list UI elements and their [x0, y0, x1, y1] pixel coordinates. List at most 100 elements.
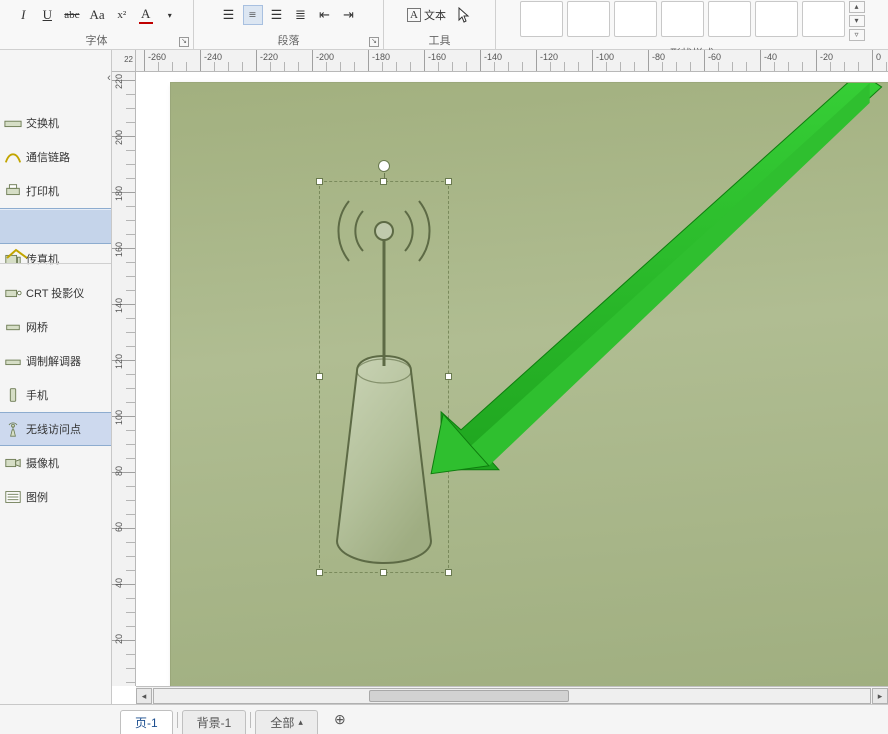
drawing-page[interactable]	[170, 82, 888, 686]
annotation-arrow	[171, 83, 888, 686]
font-dialog-launcher[interactable]: ↘	[179, 37, 189, 47]
shape-style-option[interactable]	[520, 1, 563, 37]
ribbon-group-paragraph-label: 段落	[278, 35, 300, 47]
shape-list: 交换机 通信链路 打印机 扫描仪 传真机 CRT 投影仪	[0, 50, 111, 514]
modem-icon	[4, 353, 22, 369]
shape-style-option[interactable]	[567, 1, 610, 37]
resize-handle-se[interactable]	[445, 569, 452, 576]
paragraph-dialog-launcher[interactable]: ↘	[369, 37, 379, 47]
sheet-separator	[177, 712, 178, 728]
shape-style-more[interactable]: ▴▾▿	[849, 1, 865, 43]
align-center-button[interactable]: ≡	[243, 5, 263, 25]
rotation-handle[interactable]	[378, 160, 390, 172]
font-color-button[interactable]: A	[136, 5, 156, 25]
bridge-icon	[4, 319, 22, 335]
ribbon-group-tools-label: 工具	[429, 35, 451, 47]
sheet-tab-page1[interactable]: 页-1	[120, 710, 173, 734]
ribbon-group-tools: A 文本 工具	[384, 0, 496, 49]
shape-item-label: 打印机	[26, 183, 59, 199]
shapes-panel: ‹ 交换机 通信链路 打印机 扫描仪	[0, 50, 112, 704]
font-color-dropdown[interactable]: ▾	[160, 5, 180, 25]
align-left-button[interactable]: ☰	[219, 5, 239, 25]
italic-button[interactable]: I	[13, 5, 33, 25]
ribbon: I U abc Aa x² A ▾ 字体 ↘ ☰ ≡ ☰ ≣ ⇤ ⇥ 段落 ↘	[0, 0, 888, 50]
ruler-horizontal[interactable]: -260-240-220-200-180-160-140-120-100-80-…	[136, 50, 888, 72]
camera-icon	[4, 455, 22, 471]
sheet-tab-label: 背景-1	[197, 714, 232, 731]
shape-item-label: 摄像机	[26, 455, 59, 471]
quick-shapes-row[interactable]	[0, 244, 111, 264]
sheet-tab-all[interactable]: 全部	[255, 710, 318, 734]
shape-style-option[interactable]	[802, 1, 845, 37]
shape-item-label: 通信链路	[26, 149, 70, 165]
mobile-icon	[4, 387, 22, 403]
ribbon-group-font: I U abc Aa x² A ▾ 字体 ↘	[0, 0, 194, 49]
strikethrough-button[interactable]: abc	[61, 5, 82, 25]
wireless-ap-icon	[4, 421, 22, 437]
resize-handle-w[interactable]	[316, 373, 323, 380]
ruler-corner: 22	[112, 50, 136, 72]
shape-item-label: 交换机	[26, 115, 59, 131]
ruler-vertical[interactable]: 220200180160140120100806040200	[112, 72, 136, 686]
shape-style-option[interactable]	[755, 1, 798, 37]
align-justify-button[interactable]: ≣	[291, 5, 311, 25]
shapes-panel-collapse[interactable]: ‹	[104, 72, 112, 86]
viewport[interactable]	[136, 72, 888, 686]
change-case-button[interactable]: Aa	[87, 5, 108, 25]
link-icon	[4, 149, 22, 165]
underline-button[interactable]: U	[37, 5, 57, 25]
shape-item-camera[interactable]: 摄像机	[0, 446, 111, 480]
scroll-track[interactable]	[153, 688, 871, 704]
shape-item-label: 图例	[26, 489, 48, 505]
shape-item-label: 无线访问点	[26, 421, 81, 437]
ribbon-group-font-label: 字体	[86, 35, 108, 47]
body-area: ‹ 交换机 通信链路 打印机 扫描仪	[0, 50, 888, 704]
sheet-tab-label: 页-1	[135, 714, 158, 731]
indent-decrease-button[interactable]: ⇤	[315, 5, 335, 25]
shape-item-wireless-ap[interactable]: 无线访问点	[0, 412, 111, 446]
horizontal-scrollbar[interactable]: ◂ ▸	[136, 686, 888, 704]
resize-handle-e[interactable]	[445, 373, 452, 380]
align-right-button[interactable]: ☰	[267, 5, 287, 25]
shape-item-legend[interactable]: 图例	[0, 480, 111, 514]
shape-item-printer[interactable]: 打印机	[0, 174, 111, 208]
scroll-left-button[interactable]: ◂	[136, 688, 152, 704]
resize-handle-n[interactable]	[380, 178, 387, 185]
sheet-tab-add[interactable]: ⊕	[328, 708, 352, 732]
shape-item-label: CRT 投影仪	[26, 285, 84, 301]
shape-style-gallery[interactable]: ▴▾▿	[514, 0, 871, 43]
resize-handle-sw[interactable]	[316, 569, 323, 576]
switch-icon	[4, 115, 22, 131]
indent-increase-button[interactable]: ⇥	[339, 5, 359, 25]
shape-style-option[interactable]	[614, 1, 657, 37]
sheet-tab-label: 全部	[270, 714, 294, 731]
ribbon-group-paragraph: ☰ ≡ ☰ ≣ ⇤ ⇥ 段落 ↘	[194, 0, 384, 49]
shape-style-option[interactable]	[661, 1, 704, 37]
shape-item-label: 调制解调器	[26, 353, 81, 369]
shape-item-label: 网桥	[26, 319, 48, 335]
sheet-tab-background1[interactable]: 背景-1	[182, 710, 247, 734]
scroll-right-button[interactable]: ▸	[872, 688, 888, 704]
quick-shapes-header[interactable]	[0, 208, 111, 244]
sheet-tab-bar: 页-1 背景-1 全部 ⊕	[0, 704, 888, 734]
shape-item-commlink[interactable]: 通信链路	[0, 140, 111, 174]
connector-icon	[6, 248, 28, 260]
ribbon-group-shape-styles: ▴▾▿ 形状样式 ↘	[496, 0, 888, 49]
shape-item-projector[interactable]: CRT 投影仪	[0, 276, 111, 310]
shape-item-bridge[interactable]: 网桥	[0, 310, 111, 344]
legend-icon	[4, 489, 22, 505]
selection-box[interactable]	[319, 181, 449, 573]
textbox-button[interactable]: A 文本	[404, 5, 449, 25]
shape-item-label: 手机	[26, 387, 48, 403]
superscript-button[interactable]: x²	[112, 5, 132, 25]
resize-handle-s[interactable]	[380, 569, 387, 576]
pointer-tool-button[interactable]	[453, 5, 475, 25]
resize-handle-nw[interactable]	[316, 178, 323, 185]
scroll-thumb[interactable]	[369, 690, 569, 702]
shape-style-option[interactable]	[708, 1, 751, 37]
shape-item-mobile[interactable]: 手机	[0, 378, 111, 412]
resize-handle-ne[interactable]	[445, 178, 452, 185]
shape-item-switch[interactable]: 交换机	[0, 106, 111, 140]
shape-item-modem[interactable]: 调制解调器	[0, 344, 111, 378]
projector-icon	[4, 285, 22, 301]
